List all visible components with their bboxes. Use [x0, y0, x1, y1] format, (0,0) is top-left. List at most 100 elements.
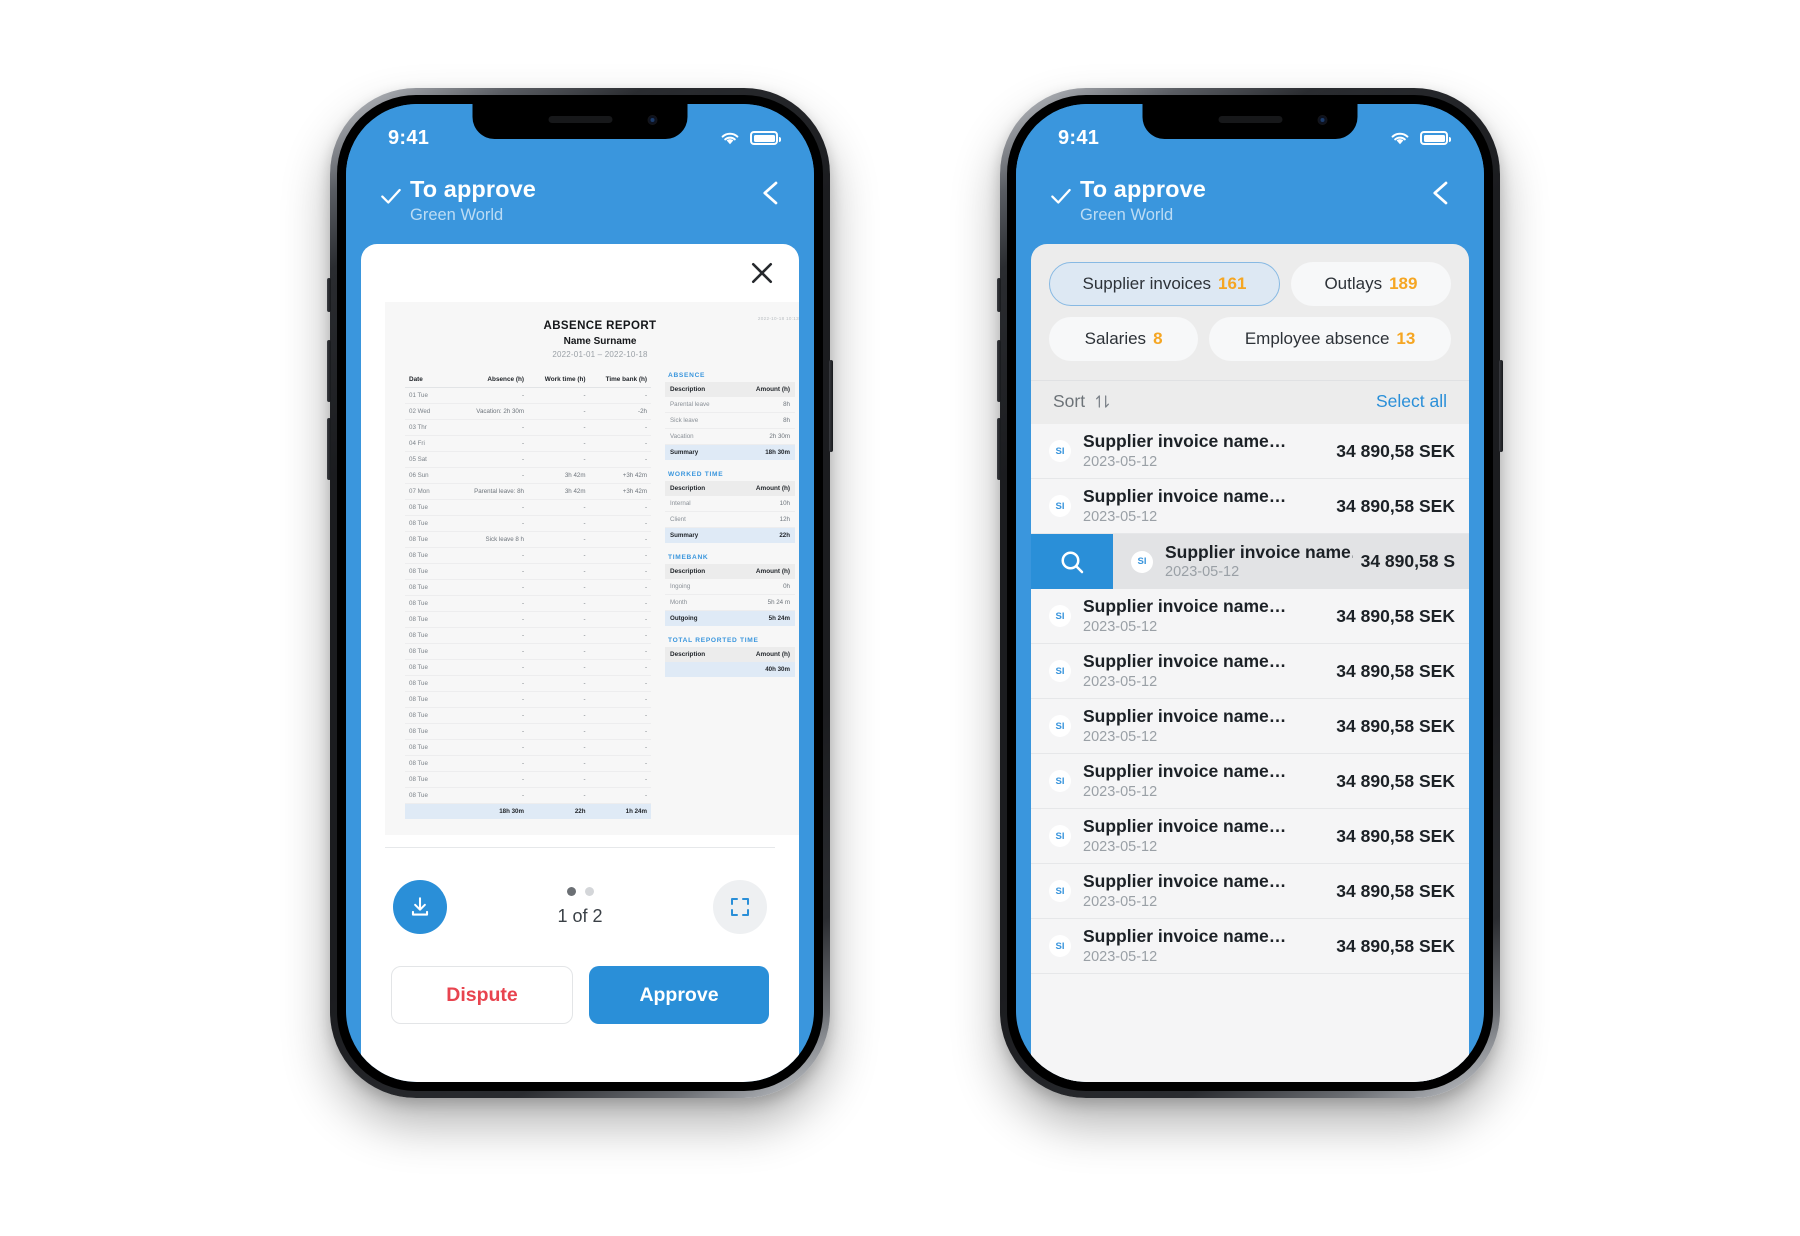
list-item-badge: SI [1049, 935, 1071, 957]
list-item[interactable]: SI Supplier invoice name… 2023-05-12 34 890… [1031, 919, 1469, 974]
list-item-date: 2023-05-12 [1083, 453, 1158, 470]
chevron-left-icon[interactable] [756, 178, 786, 208]
dispute-button[interactable]: Dispute [391, 966, 573, 1024]
page-title: To approve [410, 176, 536, 202]
table-cell: Vacation: 2h 30m [466, 403, 528, 420]
pager-dot[interactable] [584, 887, 594, 896]
table-cell: - [528, 723, 590, 740]
table-cell: - [528, 515, 590, 532]
section-cell: Internal [665, 496, 730, 512]
table-row: 08 Tue - - - [405, 547, 651, 564]
table-cell: - [528, 499, 590, 516]
volume-down-button[interactable] [997, 418, 1001, 480]
section-cell: Client [665, 511, 730, 528]
fullscreen-button[interactable] [713, 880, 767, 934]
table-cell: 02 Wed [405, 403, 467, 420]
mute-switch[interactable] [327, 278, 331, 312]
sheet-action-buttons: Dispute Approve [361, 966, 799, 1082]
tab-count: 13 [1396, 329, 1416, 348]
table-cell: - [589, 419, 651, 436]
table-cell: - [528, 787, 590, 804]
document-person: Name Surname [563, 336, 637, 347]
section-column-header: Amount (h) [730, 564, 795, 579]
section-summary-cell: Summary [665, 444, 730, 460]
section-summary-cell: Outgoing [665, 610, 730, 626]
table-row: 07 Mon Parental leave: 8h 3h 42m +3h 42m [405, 483, 651, 500]
list-item[interactable]: SI Supplier invoice name… 2023-05-12 34 890… [1031, 589, 1469, 644]
table-cell: - [528, 435, 590, 452]
invoice-list[interactable]: SI Supplier invoice name… 2023-05-12 34 890… [1031, 424, 1469, 1082]
document-sheet: 2022-10-18 10:13 ABSENCE REPORT Name Sur… [361, 244, 799, 1082]
section-table: Description Amount (h) Parental leave 8h Sic… [665, 382, 795, 460]
tab-label: Salaries [1084, 329, 1147, 348]
table-cell: - [589, 547, 651, 564]
list-item[interactable]: SI Supplier invoice name… 2023-05-12 34 890… [1031, 864, 1469, 919]
table-cell: 01 Tue [405, 387, 467, 404]
document-viewport[interactable]: 2022-10-18 10:13 ABSENCE REPORT Name Sur… [361, 302, 799, 847]
pager-count: 1 of 2 [557, 906, 603, 926]
table-cell: 07 Mon [405, 483, 467, 500]
tab-salaries[interactable]: Salaries 8 [1049, 317, 1199, 361]
list-item[interactable]: SI Supplier invoice name… 2023-05-12 34 890… [1031, 809, 1469, 864]
list-item[interactable]: SI Supplier invoice name… 2023-05-12 34 890… [1031, 424, 1469, 479]
power-button[interactable] [1499, 360, 1503, 452]
table-cell: - [589, 707, 651, 724]
search-icon [1061, 551, 1084, 573]
wifi-icon [721, 132, 739, 145]
table-cell: - [589, 563, 651, 580]
table-cell: 08 Tue [405, 707, 467, 724]
list-item-active[interactable]: SI Supplier invoice name… 2023-05-12 34 890… [1031, 534, 1469, 589]
table-cell: Sick leave 8 h [466, 531, 528, 548]
list-item[interactable]: SI Supplier invoice name… 2023-05-12 34 890… [1031, 479, 1469, 534]
table-cell: - [466, 787, 528, 804]
screenshot-stage: 9:41 To approve Green World 2022-10-18 1… [0, 0, 1800, 1236]
column-header: Absence (h) [466, 372, 528, 388]
section-table: Description Amount (h) Ingoing 0h Month 5h 24… [665, 564, 795, 626]
download-button[interactable] [393, 880, 447, 934]
table-cell: 08 Tue [405, 723, 467, 740]
list-item-text: Supplier invoice name… 2023-05-12 [1165, 543, 1353, 580]
sort-arrows-icon [1096, 395, 1110, 408]
table-cell: 08 Tue [405, 627, 467, 644]
select-all-button[interactable]: Select all [1376, 391, 1447, 412]
table-cell: - [589, 451, 651, 468]
table-cell: 04 Fri [405, 435, 467, 452]
list-item-text: Supplier invoice name… 2023-05-12 [1083, 432, 1328, 469]
chevron-left-icon[interactable] [1426, 178, 1456, 208]
list-item-amount: 34 890,58 SEK [1336, 770, 1455, 791]
approve-button[interactable]: Approve [589, 966, 769, 1024]
table-cell: - [528, 691, 590, 708]
list-item-date: 2023-05-12 [1083, 783, 1158, 800]
app-bar-left-titles: To approve Green World [410, 176, 756, 225]
list-item[interactable]: SI Supplier invoice name… 2023-05-12 34 890… [1031, 754, 1469, 809]
table-cell: 08 Tue [405, 579, 467, 596]
pager-dot-active[interactable] [566, 887, 576, 896]
table-cell: - [589, 579, 651, 596]
list-item[interactable]: SI Supplier invoice name… 2023-05-12 34 890… [1031, 644, 1469, 699]
volume-up-button[interactable] [997, 340, 1001, 402]
search-action-button[interactable] [1031, 534, 1113, 589]
section-row: Parental leave 8h [665, 397, 795, 413]
list-item-title: Supplier invoice name… [1083, 817, 1287, 836]
notch [472, 104, 688, 139]
table-cell: - [589, 435, 651, 452]
mute-switch[interactable] [997, 278, 1001, 312]
page-subtitle: Green World [1080, 206, 1174, 224]
sort-button[interactable]: Sort [1053, 391, 1112, 412]
table-row: 08 Tue - - - [405, 707, 651, 724]
table-row: 04 Fri - - - [405, 435, 651, 452]
tab-supplier-invoices[interactable]: Supplier invoices 161 [1049, 262, 1280, 306]
page-subtitle: Green World [410, 206, 504, 224]
table-cell: - [589, 515, 651, 532]
tab-employee-absence[interactable]: Employee absence 13 [1209, 317, 1451, 361]
volume-up-button[interactable] [327, 340, 331, 402]
table-cell: 08 Tue [405, 787, 467, 804]
section-cell: Parental leave [665, 397, 730, 413]
volume-down-button[interactable] [327, 418, 331, 480]
list-item[interactable]: SI Supplier invoice name… 2023-05-12 34 890… [1031, 699, 1469, 754]
list-item-text: Supplier invoice name… 2023-05-12 [1083, 927, 1328, 964]
close-icon[interactable] [747, 258, 777, 288]
power-button[interactable] [829, 360, 833, 452]
table-row: 08 Tue - - - [405, 739, 651, 756]
tab-outlays[interactable]: Outlays 189 [1290, 262, 1451, 306]
